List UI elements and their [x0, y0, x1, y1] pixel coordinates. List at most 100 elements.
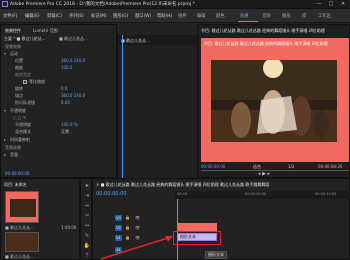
razor-tool-icon[interactable]: ✂	[83, 213, 91, 221]
effect-row-label: 缩放宽度	[15, 72, 31, 77]
video-preview-frame: 节目: 歌过儿花丛路 歌过儿花丛路 经典的舞蹈镜头 歌手演唱 四位助理	[201, 38, 349, 162]
timeline-tab[interactable]: × ■ 歌过儿花丛路 歌过儿花丛路 经典的舞蹈镜头 歌手演唱 四位助理 歌过儿花…	[96, 182, 269, 188]
effect-row-value[interactable]: 360.0 240.0	[61, 58, 85, 63]
tab-lumetri-scopes[interactable]: Lumetri 范围	[33, 28, 58, 34]
expand-icon[interactable]: ▾	[4, 108, 6, 113]
menu-bar: 文件(F) 编辑(E) 剪辑(C) 序列(S) 标记(M) 图形(G) 窗口(W…	[0, 9, 350, 23]
program-monitor-tab[interactable]: 节目: 歌过儿花丛路 歌过儿花丛路 经典的舞蹈镜头 歌手演唱 四位助理	[201, 28, 325, 34]
slip-tool-icon[interactable]: ↔	[83, 223, 91, 231]
clip-thumbnail[interactable]	[5, 191, 39, 223]
video-frame-image	[211, 60, 337, 142]
effect-row-label: 不透明度	[15, 122, 31, 127]
expand-icon[interactable]: ▸	[4, 152, 6, 157]
mini-clip-label: ■ 歌过儿花丛...	[121, 38, 150, 43]
menu-file[interactable]: 文件(F)	[3, 13, 17, 19]
transport-controls: ◂ ▶ ▸	[258, 171, 270, 177]
clip-thumbnail[interactable]	[5, 232, 39, 252]
tooltip: 图形文本	[205, 251, 227, 259]
menu-graphics[interactable]: 图形(G)	[113, 13, 128, 19]
resolution-dropdown[interactable]: 1/2	[288, 164, 294, 169]
project-panel: 项目: 未命名 ■ 歌过儿花丛... 1:40:00 ■ 歌过儿花丛...	[0, 178, 80, 260]
overlay-text: 节目: 歌过儿花丛路 歌过儿花丛路 经典的舞蹈镜头 歌手演唱 四位助理	[204, 41, 328, 46]
annotation-highlight-box	[173, 231, 221, 245]
menu-sequence[interactable]: 序列(S)	[69, 13, 84, 19]
menu-window[interactable]: 窗口(W)	[135, 13, 151, 19]
audio-effects-header: 音频效果	[5, 145, 21, 150]
annotation-arrow	[100, 236, 173, 260]
effect-row-label: 混合模式	[15, 129, 31, 134]
effect-row-label: 运动	[10, 51, 18, 56]
premiere-logo-icon	[2, 1, 8, 7]
effect-row-label: 位置	[15, 58, 23, 63]
program-monitor-panel: 节目: 歌过儿花丛路 歌过儿花丛路 经典的舞蹈镜头 歌手演唱 四位助理 节目: …	[197, 24, 350, 178]
hand-tool-icon[interactable]: ✋	[83, 243, 91, 251]
workspace-tab-libraries[interactable]: 库	[302, 13, 306, 19]
blend-mode-select[interactable]: 正常	[61, 129, 69, 135]
window-title: Adobe Premiere Pro CC 2018 - D:\我的文档\Ado…	[10, 2, 195, 7]
effect-row-label: 缩放	[15, 65, 23, 70]
ripple-edit-tool-icon[interactable]: ⇔	[83, 203, 91, 211]
workspace-tab-assembly[interactable]: 组件	[178, 13, 187, 19]
effect-row-value[interactable]: 360.0 240.0	[61, 93, 85, 98]
expand-icon[interactable]: ▸	[4, 137, 6, 142]
video-effects-header: 视频效果	[5, 44, 21, 49]
program-timecode[interactable]: 00:00:00:00	[201, 164, 225, 169]
time-ruler[interactable]: 00:00 00:00:05:00 00:00:10:00	[175, 191, 350, 199]
menu-help[interactable]: 帮助(H)	[157, 13, 172, 19]
effect-controls-panel: 效果控件 Lumetri 范围 主要 * ■ 歌过儿花丛... ■ 歌过儿花丛.…	[0, 24, 117, 178]
play-icon[interactable]: ▶	[262, 171, 266, 177]
effect-row-value[interactable]: 0.0	[61, 86, 67, 91]
mask-tools-icon[interactable]: ○ □ ✎	[13, 115, 39, 120]
expand-icon[interactable]: ▾	[4, 51, 6, 56]
menu-clip[interactable]: 剪辑(C)	[47, 13, 62, 19]
ruler-label: 00:00	[177, 192, 188, 196]
menu-marker[interactable]: 标记(M)	[91, 13, 107, 19]
menu-edit[interactable]: 编辑(E)	[25, 13, 40, 19]
project-tab[interactable]: 项目: 未命名	[4, 182, 27, 188]
workspace-tab-workspace[interactable]: 工作区	[318, 13, 331, 19]
clip-name[interactable]: ■ 歌过儿花丛...	[5, 254, 34, 260]
scrub-bar[interactable]	[201, 170, 349, 171]
effect-row-value[interactable]: 0.00	[61, 100, 70, 105]
effect-row-label: 锚点	[15, 93, 23, 98]
timeline-timecode[interactable]: 00:00:00:00	[96, 191, 127, 197]
workspace-tab-editing[interactable]: 编辑	[197, 13, 206, 19]
playhead[interactable]	[122, 35, 123, 178]
workspace-tab-effects[interactable]: 效果	[240, 13, 249, 19]
program-duration: 00:00:08:26	[318, 164, 343, 169]
effect-controls-timeline: ■ 歌过儿花丛...	[117, 35, 198, 178]
active-workspace-indicator	[238, 21, 258, 22]
tools-panel: ➤ ⇥ ⇔ ✂ ↔ ✎ ✋ T	[80, 178, 92, 260]
workspace-tab-graphics[interactable]: 图形	[282, 13, 291, 19]
effect-row-label: 时间重映射	[10, 137, 30, 142]
effect-row-label: 等比缩放	[29, 79, 45, 84]
clip-name[interactable]: ■ 歌过儿花丛...	[5, 225, 34, 231]
type-tool-icon[interactable]: T	[83, 253, 91, 260]
effect-row-label: 旋转	[15, 86, 23, 91]
close-button[interactable]: ✕	[338, 1, 348, 7]
effect-row-value[interactable]: 100.0	[61, 65, 72, 70]
source-label[interactable]: 主要 * ■ 歌过儿花丛...	[4, 36, 45, 42]
workspace-tab-color[interactable]: 颜色	[216, 13, 225, 19]
ruler-label: 00:00:05:00	[245, 192, 267, 196]
effect-row-label: 不透明度	[10, 108, 26, 113]
pen-tool-icon[interactable]: ✎	[83, 233, 91, 241]
step-back-icon[interactable]: ◂	[258, 171, 261, 177]
title-bar: Adobe Premiere Pro CC 2018 - D:\我的文档\Ado…	[0, 0, 350, 9]
tab-effect-controls[interactable]: 效果控件	[5, 28, 21, 34]
effect-row-label: 音量	[10, 152, 18, 157]
thumbnail-image	[10, 199, 36, 217]
maximize-button[interactable]: □	[326, 1, 336, 7]
minimize-button[interactable]: —	[314, 1, 324, 7]
effect-controls-timecode[interactable]: 00:00:00:00	[5, 171, 29, 176]
timeline-clip-video[interactable]	[177, 223, 217, 231]
selection-tool-icon[interactable]: ➤	[83, 183, 91, 191]
timeline-panel: × ■ 歌过儿花丛路 歌过儿花丛路 经典的舞蹈镜头 歌手演唱 四位助理 歌过儿花…	[92, 178, 350, 260]
effect-row-value[interactable]: 100.0 %	[61, 122, 78, 127]
clip-duration: 1:40:00	[61, 225, 77, 230]
workspace-tab-audio[interactable]: 音频	[262, 13, 271, 19]
uniform-scale-checkbox[interactable]	[23, 80, 27, 84]
step-forward-icon[interactable]: ▸	[268, 171, 271, 177]
track-select-tool-icon[interactable]: ⇥	[83, 193, 91, 201]
sequence-label[interactable]: ■ 歌过儿花丛...	[59, 36, 88, 42]
